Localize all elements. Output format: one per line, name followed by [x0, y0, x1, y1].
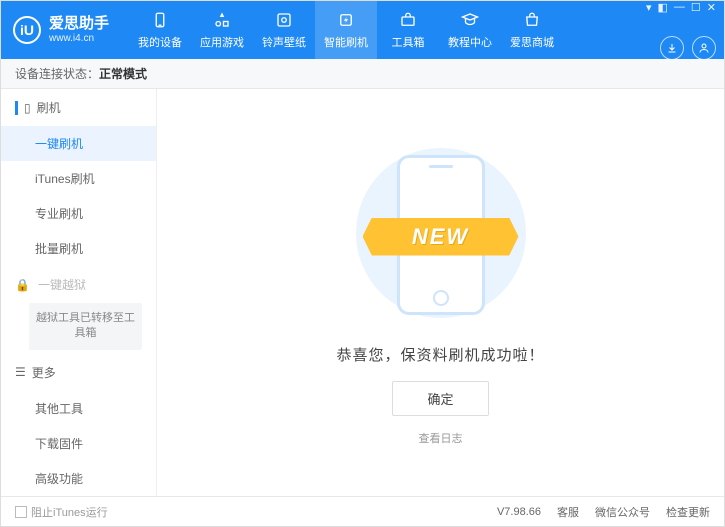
sidebar-item-batch-flash[interactable]: 批量刷机: [1, 231, 156, 266]
minimize-icon[interactable]: —: [674, 1, 685, 14]
tutorial-icon: [460, 10, 480, 30]
device-icon: [150, 10, 170, 30]
nav-apps[interactable]: 应用游戏: [191, 1, 253, 59]
view-log-link[interactable]: 查看日志: [419, 430, 463, 446]
top-nav: 我的设备 应用游戏 铃声壁纸 智能刷机 工具箱 教程中心: [129, 1, 646, 59]
checkbox-block-itunes[interactable]: 阻止iTunes运行: [15, 504, 108, 520]
sidebar-item-itunes-flash[interactable]: iTunes刷机: [1, 161, 156, 196]
ok-button[interactable]: 确定: [392, 381, 488, 416]
status-prefix: 设备连接状态：: [15, 65, 99, 82]
apps-icon: [212, 10, 232, 30]
sidebar-item-download-firmware[interactable]: 下载固件: [1, 426, 156, 461]
nav-tutorial[interactable]: 教程中心: [439, 1, 501, 59]
nav-toolbox[interactable]: 工具箱: [377, 1, 439, 59]
status-bar: 设备连接状态： 正常模式: [1, 59, 724, 89]
logo-icon: iU: [13, 16, 41, 44]
logo[interactable]: iU 爱思助手 www.i4.cn: [13, 16, 109, 44]
sidebar-item-oneclick-flash[interactable]: 一键刷机: [1, 126, 156, 161]
window-controls: ▾ ◧ — ☐ ✕: [646, 1, 716, 14]
app-header: iU 爱思助手 www.i4.cn 我的设备 应用游戏 铃声壁纸 智能刷机: [1, 1, 724, 59]
jailbreak-note: 越狱工具已转移至工具箱: [29, 303, 142, 350]
lock-icon: 🔒: [15, 278, 30, 292]
store-icon: [522, 10, 542, 30]
nav-store[interactable]: 爱思商城: [501, 1, 563, 59]
sidebar-item-pro-flash[interactable]: 专业刷机: [1, 196, 156, 231]
sidebar: ▯ 刷机 一键刷机 iTunes刷机 专业刷机 批量刷机 🔒 一键越狱 越狱工具…: [1, 89, 157, 496]
success-illustration: NEW: [341, 140, 541, 330]
nav-ringtone[interactable]: 铃声壁纸: [253, 1, 315, 59]
nav-flash[interactable]: 智能刷机: [315, 1, 377, 59]
sidebar-group-jailbreak: 🔒 一键越狱: [1, 266, 156, 299]
flash-icon: [336, 10, 356, 30]
sidebar-item-other-tools[interactable]: 其他工具: [1, 391, 156, 426]
version-label: V7.98.66: [497, 506, 541, 518]
menu-icon[interactable]: ▾: [646, 1, 652, 14]
footer-update[interactable]: 检查更新: [666, 504, 710, 520]
logo-url: www.i4.cn: [49, 33, 109, 44]
footer-support[interactable]: 客服: [557, 504, 579, 520]
success-message: 恭喜您，保资料刷机成功啦！: [336, 344, 544, 365]
sidebar-item-advanced[interactable]: 高级功能: [1, 461, 156, 496]
nav-my-device[interactable]: 我的设备: [129, 1, 191, 59]
main-content: NEW 恭喜您，保资料刷机成功啦！ 确定 查看日志: [157, 89, 724, 496]
download-button[interactable]: [660, 36, 684, 60]
logo-title: 爱思助手: [49, 16, 109, 33]
footer-wechat[interactable]: 微信公众号: [595, 504, 650, 520]
user-button[interactable]: [692, 36, 716, 60]
close-icon[interactable]: ✕: [707, 1, 716, 14]
skin-icon[interactable]: ◧: [658, 1, 668, 14]
new-badge: NEW: [363, 218, 519, 256]
sidebar-group-flash[interactable]: ▯ 刷机: [1, 89, 156, 126]
status-mode: 正常模式: [99, 65, 147, 82]
ringtone-icon: [274, 10, 294, 30]
footer: 阻止iTunes运行 V7.98.66 客服 微信公众号 检查更新: [1, 496, 724, 526]
list-icon: ☰: [15, 365, 26, 379]
checkbox-icon: [15, 506, 27, 518]
maximize-icon[interactable]: ☐: [691, 1, 701, 14]
phone-icon: ▯: [24, 101, 31, 115]
sidebar-group-more[interactable]: ☰ 更多: [1, 354, 156, 391]
toolbox-icon: [398, 10, 418, 30]
